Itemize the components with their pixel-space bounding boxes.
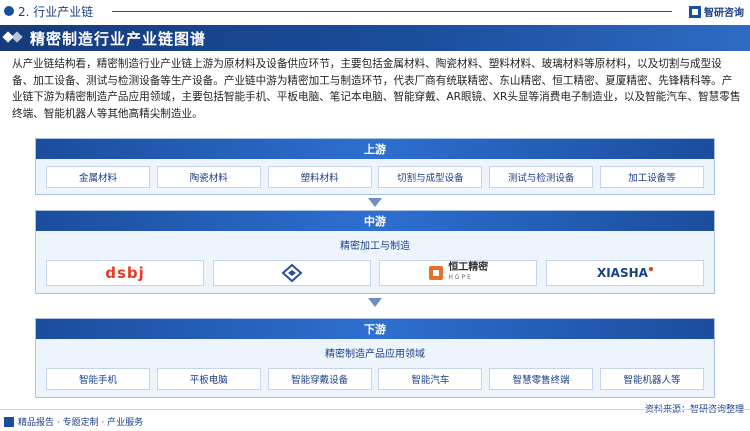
company-logo-dsbj: dsbj (46, 260, 204, 286)
downstream-panel: 下游 精密制造产品应用领域 智能手机 平板电脑 智能穿戴设备 智能汽车 智慧零售… (35, 318, 715, 398)
midstream-logos: dsbj 恒工精密 HGPE XIASHA (36, 260, 714, 286)
diamond-icon (2, 31, 26, 45)
upstream-item: 测试与检测设备 (489, 166, 594, 188)
section-title: 2. 行业产业链 (18, 5, 94, 19)
dongshan-logo-icon (281, 263, 303, 283)
downstream-subtitle: 精密制造产品应用领域 (325, 349, 425, 360)
footer-tagline: 精品报告 · 专题定制 · 产业服务 (4, 415, 143, 428)
flow-arrow-icon (368, 298, 382, 307)
section-bullet-icon (4, 6, 14, 16)
upstream-items: 金属材料 陶瓷材料 塑料材料 切割与成型设备 测试与检测设备 加工设备等 (36, 166, 714, 188)
brand-logo-icon (689, 5, 701, 18)
hengong-logo-text: 恒工精密 (448, 262, 489, 273)
upstream-item: 加工设备等 (599, 166, 704, 188)
company-logo-dongshan (212, 260, 371, 286)
upstream-panel: 上游 金属材料 陶瓷材料 塑料材料 切割与成型设备 测试与检测设备 加工设备等 (35, 138, 715, 195)
title-bar: 精密制造行业产业链图谱 (0, 25, 750, 51)
header-divider (112, 11, 672, 12)
brand-logo: 智研咨询 (689, 4, 744, 19)
flow-arrow-icon (368, 198, 382, 207)
upstream-item: 切割与成型设备 (378, 166, 483, 188)
intro-paragraph: 从产业链结构看，精密制造行业产业链上游为原材料及设备供应环节，主要包括金属材料、… (12, 58, 741, 120)
footer-logo-icon (4, 416, 14, 427)
upstream-item: 塑料材料 (267, 166, 372, 188)
hengong-logo-sub: HGPE (448, 274, 473, 281)
downstream-items: 智能手机 平板电脑 智能穿戴设备 智能汽车 智慧零售终端 智能机器人等 (36, 368, 714, 390)
footer-divider (0, 409, 750, 410)
page-title: 精密制造行业产业链图谱 (30, 29, 207, 48)
upstream-header: 上游 (36, 139, 714, 159)
downstream-header: 下游 (36, 319, 714, 339)
midstream-panel: 中游 精密加工与制造 dsbj 恒工精密 HGPE XIASHA (35, 210, 715, 294)
midstream-subtitle: 精密加工与制造 (340, 241, 410, 252)
upstream-item: 金属材料 (46, 166, 150, 188)
downstream-item: 智能汽车 (378, 368, 483, 390)
xiasha-logo-text: XIASHA (596, 266, 648, 280)
company-logo-xiasha: XIASHA (545, 260, 704, 286)
downstream-item: 智能机器人等 (599, 368, 704, 390)
section-header: 2. 行业产业链 智研咨询 (0, 0, 750, 22)
hengong-logo-icon (429, 266, 444, 280)
dsbj-logo-text: dsbj (105, 264, 145, 282)
footer-tagline-text: 精品报告 · 专题定制 · 产业服务 (18, 418, 144, 428)
xiasha-logo-dot (648, 267, 653, 271)
downstream-item: 智慧零售终端 (489, 368, 594, 390)
midstream-header: 中游 (36, 211, 714, 231)
company-logo-hengong: 恒工精密 HGPE (379, 260, 538, 286)
upstream-item: 陶瓷材料 (156, 166, 261, 188)
downstream-item: 平板电脑 (156, 368, 261, 390)
brand-name: 智研咨询 (704, 8, 744, 19)
downstream-item: 智能手机 (46, 368, 150, 390)
downstream-item: 智能穿戴设备 (267, 368, 372, 390)
